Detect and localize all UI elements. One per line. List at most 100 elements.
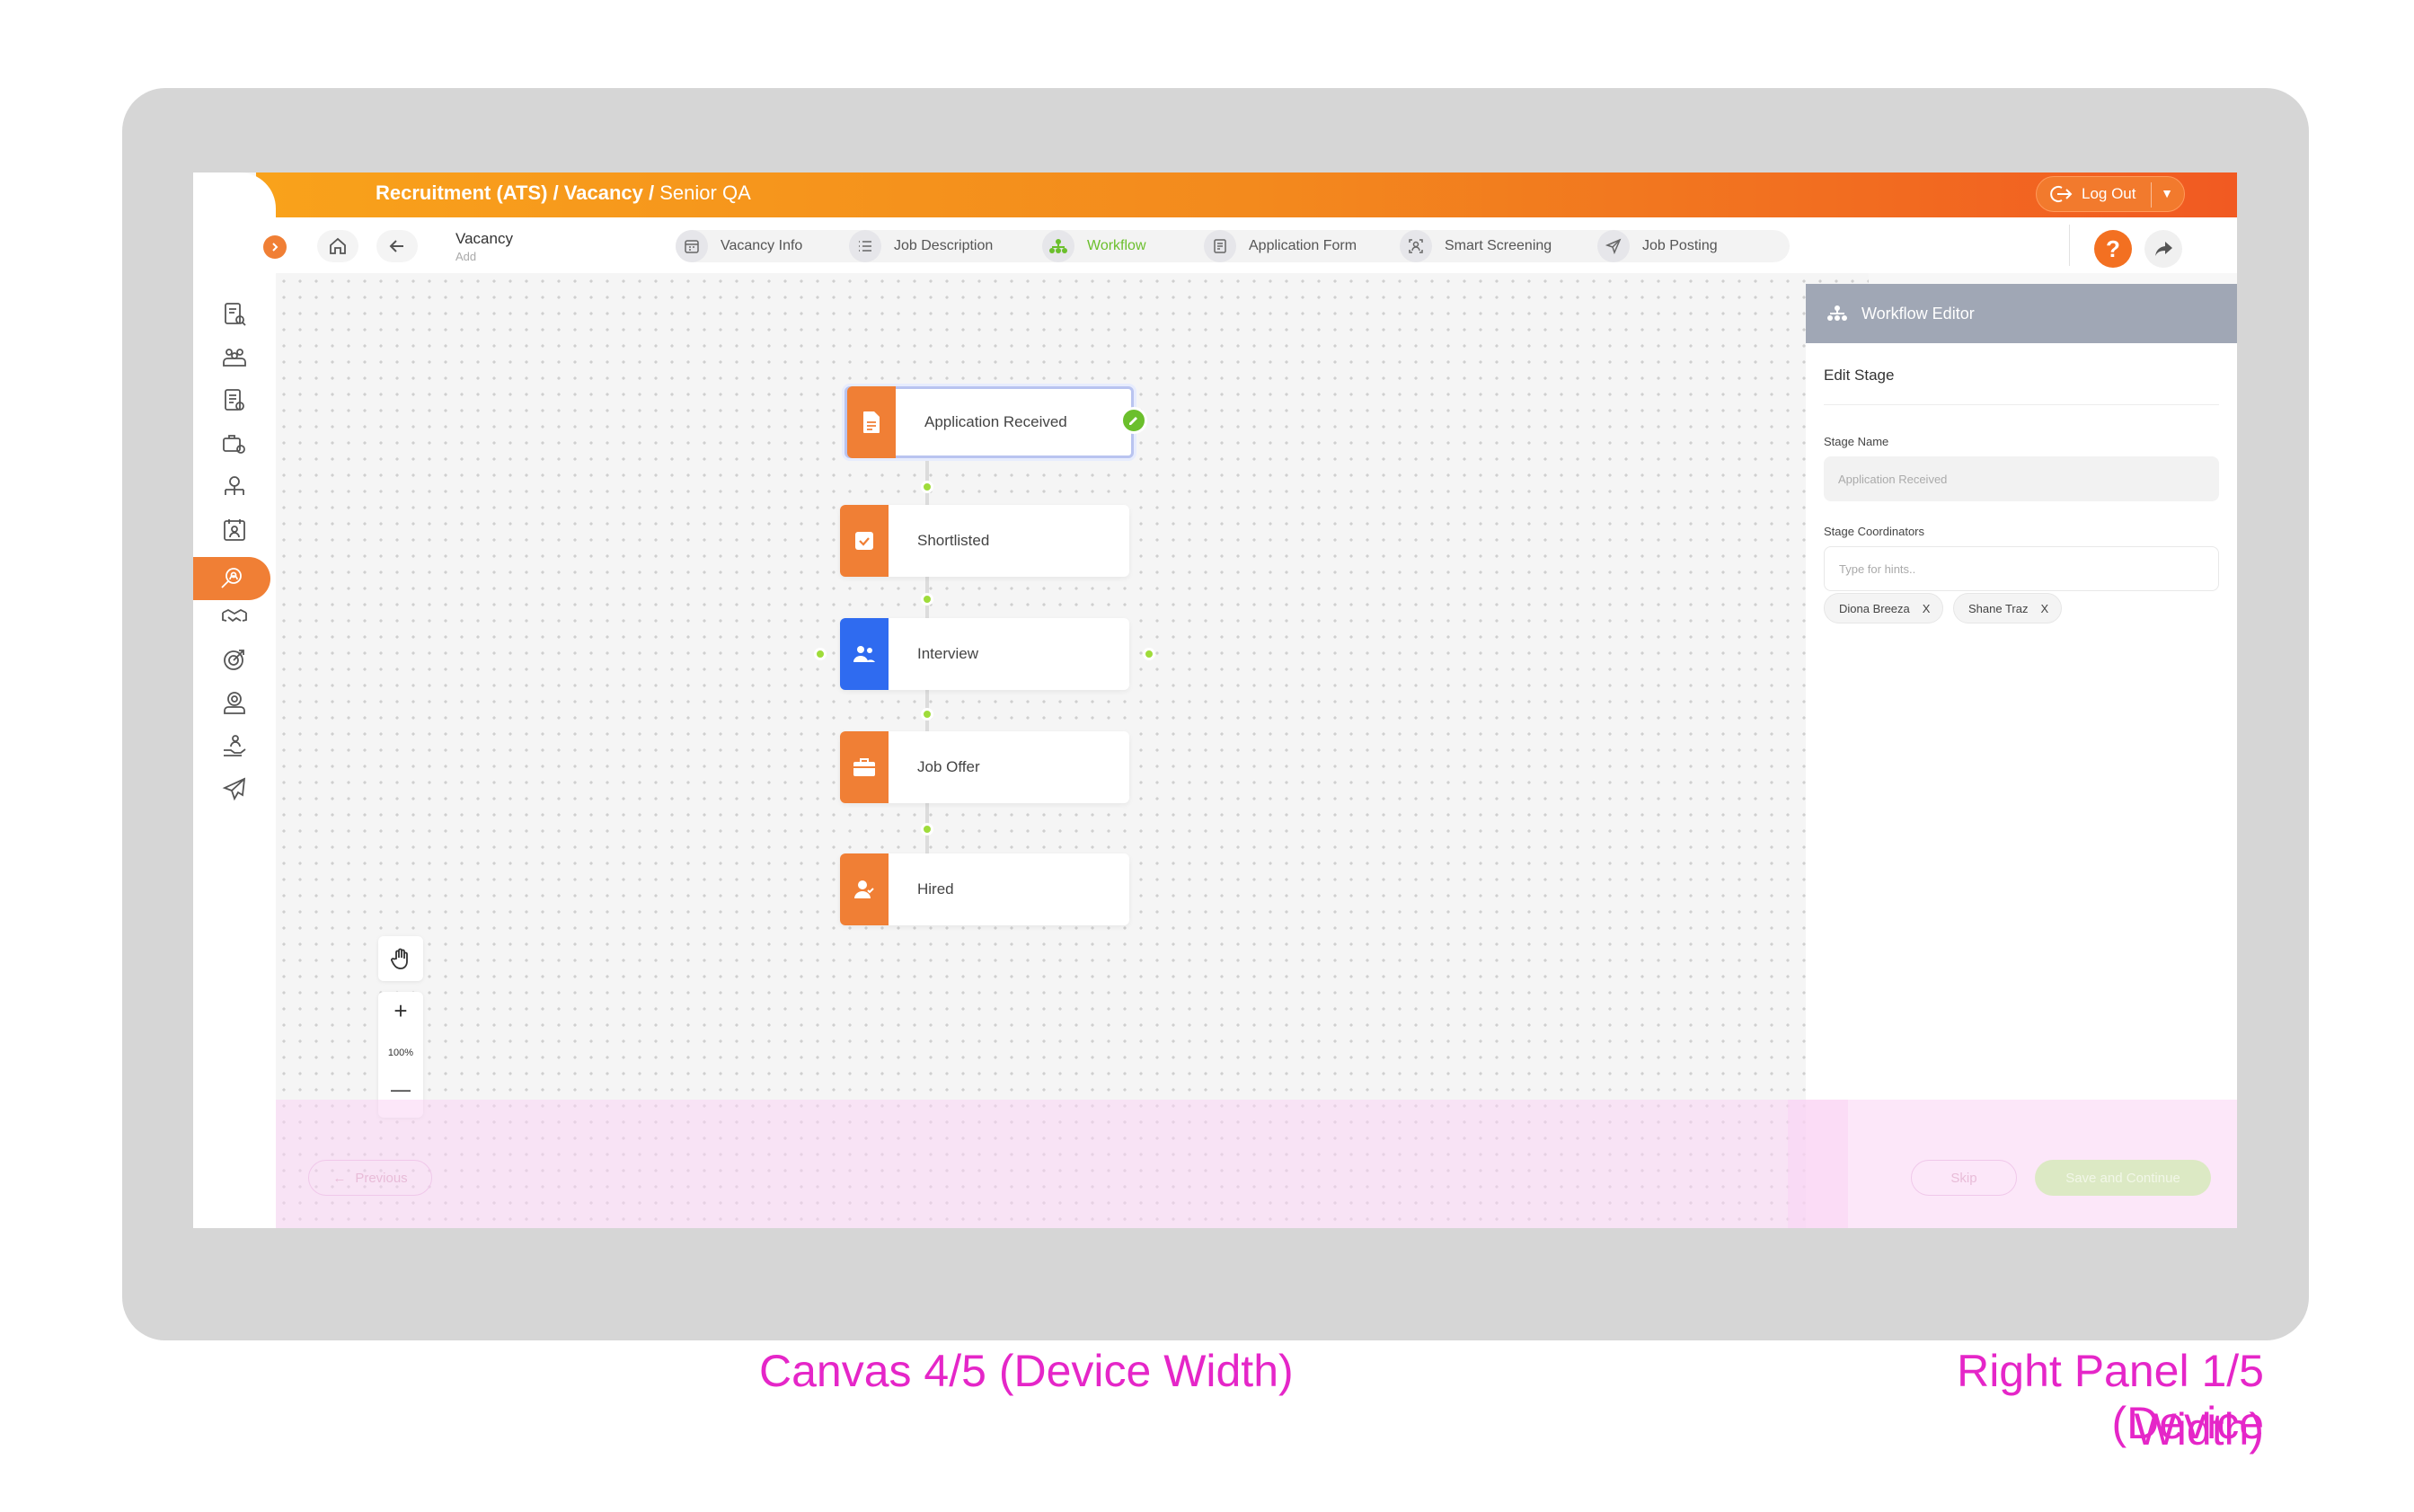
home-button[interactable] <box>317 230 358 262</box>
sidebar-calendar-user-icon[interactable] <box>213 508 256 552</box>
user-check-icon <box>840 853 889 925</box>
workflow-node-application-received[interactable]: Application Received <box>844 386 1134 458</box>
tab-smart-screening[interactable]: Smart Screening <box>1400 230 1552 262</box>
tab-label: Vacancy Info <box>721 238 803 253</box>
workflow-node-job-offer[interactable]: Job Offer <box>840 731 1129 803</box>
sidebar-award-icon[interactable] <box>213 681 256 724</box>
stage-coordinators-input[interactable]: Type for hints.. <box>1824 546 2219 591</box>
tab-job-posting[interactable]: Job Posting <box>1597 230 1718 262</box>
connection-handle[interactable] <box>921 823 933 836</box>
recruitment-search-icon <box>221 568 242 588</box>
panel-divider <box>1824 404 2219 405</box>
connection-handle[interactable] <box>921 708 933 721</box>
previous-button[interactable]: ← Previous <box>308 1160 432 1196</box>
tab-label: Workflow <box>1087 238 1146 253</box>
sidebar-search-document-icon[interactable] <box>213 293 256 336</box>
hand-icon <box>391 948 408 969</box>
save-and-continue-button[interactable]: Save and Continue <box>2035 1160 2211 1196</box>
briefcase-icon <box>840 731 889 803</box>
tab-label: Application Form <box>1249 238 1357 253</box>
tab-label: Job Posting <box>1642 238 1718 253</box>
chevron-down-icon[interactable]: ▼ <box>2161 186 2173 200</box>
workflow-editor-panel: Workflow Editor Edit Stage Stage Name Ap… <box>1806 284 2237 1228</box>
user-scan-icon <box>1400 230 1432 262</box>
sidebar-briefcase-gear-icon[interactable] <box>213 422 256 465</box>
home-icon <box>330 237 346 254</box>
panel-header: Workflow Editor <box>1806 284 2237 343</box>
sidebar-handshake-icon[interactable] <box>213 595 256 638</box>
edit-stage-heading: Edit Stage <box>1824 367 1895 384</box>
sidebar-hand-user-icon[interactable] <box>213 724 256 767</box>
sitemap-icon <box>1827 305 1847 321</box>
list-icon <box>849 230 881 262</box>
connection-handle-right[interactable] <box>1143 648 1155 660</box>
zoom-level: 100% <box>387 1048 414 1058</box>
node-label: Application Received <box>924 413 1067 430</box>
tab-vacancy-info[interactable]: Vacancy Info <box>676 230 802 262</box>
edit-node-button[interactable] <box>1120 407 1147 434</box>
share-button[interactable] <box>2144 230 2182 268</box>
sidebar-plane-icon[interactable] <box>213 767 256 810</box>
coordinator-chip: Shane Traz X <box>1953 593 2063 623</box>
form-icon <box>1204 230 1236 262</box>
panel-title: Workflow Editor <box>1861 304 1975 323</box>
app-screen: Recruitment (ATS) / Vacancy / Senior QA … <box>193 172 2237 1228</box>
connection-handle[interactable] <box>921 593 933 606</box>
workflow-steps-bar: Vacancy Info Job Description Workflow Ap… <box>676 230 1790 262</box>
vacancy-title: Vacancy <box>455 230 513 247</box>
breadcrumb-current: Senior QA <box>654 181 751 204</box>
tab-workflow[interactable]: Workflow <box>1042 230 1146 262</box>
vacancy-subtitle: Add <box>455 250 477 263</box>
logout-divider <box>2151 182 2152 208</box>
sidebar-toggle-button[interactable] <box>263 235 287 259</box>
workflow-node-shortlisted[interactable]: Shortlisted <box>840 505 1129 577</box>
connection-handle-left[interactable] <box>814 648 827 660</box>
node-label: Interview <box>917 645 979 662</box>
chip-remove-button[interactable]: X <box>1923 602 1931 615</box>
help-button[interactable]: ? <box>2094 230 2132 268</box>
tab-application-form[interactable]: Application Form <box>1204 230 1357 262</box>
send-icon <box>1597 230 1630 262</box>
stage-name-label: Stage Name <box>1824 435 1889 448</box>
pencil-icon <box>1129 417 1137 425</box>
sidebar-org-chart-icon[interactable] <box>213 465 256 508</box>
logout-button[interactable]: Log Out ▼ <box>2036 176 2185 212</box>
workflow-node-hired[interactable]: Hired <box>840 853 1129 925</box>
users-icon <box>840 618 889 690</box>
sidebar-item-recruitment-active[interactable] <box>193 557 270 600</box>
stage-name-input[interactable]: Application Received <box>1824 456 2219 501</box>
sitemap-icon <box>1042 230 1074 262</box>
skip-button[interactable]: Skip <box>1911 1160 2017 1196</box>
sidebar <box>193 172 276 1228</box>
document-icon <box>847 386 896 458</box>
node-label: Hired <box>917 880 954 897</box>
pan-tool-button[interactable] <box>378 936 423 981</box>
coordinator-chip: Diona Breeza X <box>1824 593 1944 623</box>
canvas-caption: Canvas 4/5 (Device Width) <box>759 1346 1294 1396</box>
node-label: Job Offer <box>917 758 980 775</box>
sidebar-team-icon[interactable] <box>213 336 256 379</box>
workflow-node-interview[interactable]: Interview <box>840 618 1129 690</box>
panel-caption-line2: Width) <box>2134 1404 2264 1455</box>
nav-divider <box>2069 225 2070 266</box>
share-arrow-icon <box>2155 242 2172 256</box>
breadcrumb: Recruitment (ATS) / Vacancy / Senior QA <box>376 181 751 205</box>
checklist-icon <box>840 505 889 577</box>
zoom-out-button[interactable]: — <box>378 1078 423 1101</box>
chip-label: Shane Traz <box>1968 601 2029 615</box>
back-button[interactable] <box>376 230 418 262</box>
sidebar-document-icon[interactable] <box>213 379 256 422</box>
sidebar-target-icon[interactable] <box>213 638 256 681</box>
chip-remove-button[interactable]: X <box>2041 602 2049 615</box>
breadcrumb-path[interactable]: Recruitment (ATS) / Vacancy / <box>376 181 654 204</box>
arrow-left-icon: ← <box>332 1170 347 1186</box>
arrow-left-icon <box>389 240 403 252</box>
workflow-canvas[interactable]: Application Received Shortlisted Intervi… <box>276 273 1869 1228</box>
connection-handle[interactable] <box>921 481 933 493</box>
zoom-controls: + 100% — <box>378 992 423 1118</box>
zoom-in-button[interactable]: + <box>378 997 423 1025</box>
tab-label: Smart Screening <box>1445 238 1552 253</box>
tab-label: Job Description <box>894 238 994 253</box>
tab-job-description[interactable]: Job Description <box>849 230 993 262</box>
logout-icon <box>2050 186 2073 202</box>
